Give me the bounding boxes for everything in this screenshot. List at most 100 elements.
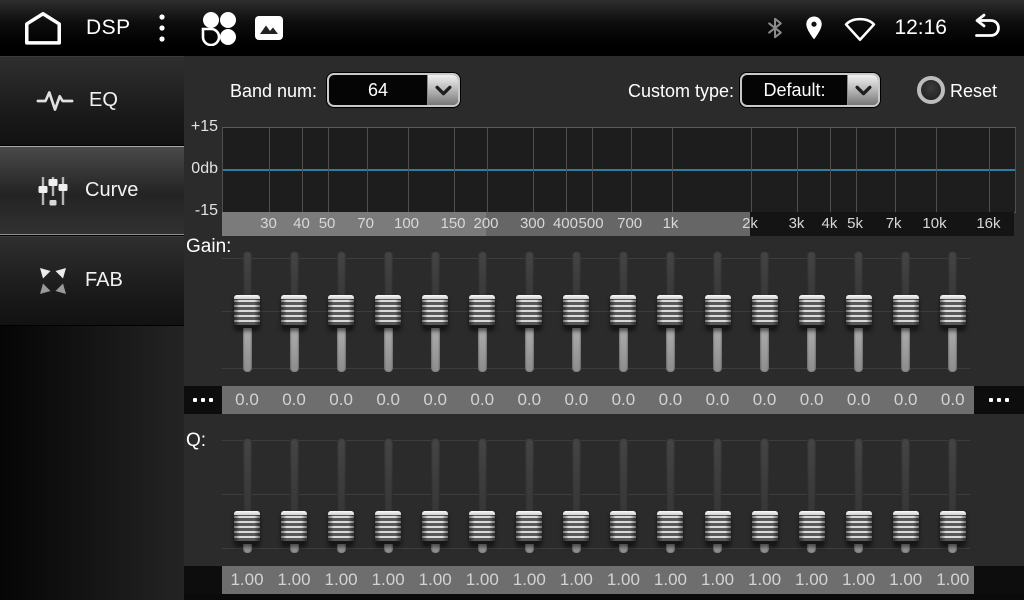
wifi-icon <box>843 14 877 42</box>
gallery-icon[interactable] <box>255 16 283 40</box>
freq-tick-label: 3k <box>789 212 805 236</box>
fab-arrows-icon <box>36 264 70 298</box>
q-value: 1.00 <box>748 566 781 594</box>
gain-slider-thumb[interactable] <box>752 295 778 328</box>
q-slider-thumb[interactable] <box>893 511 919 544</box>
q-value: 1.00 <box>795 566 828 594</box>
freq-gridline <box>367 128 368 212</box>
q-slider-thumb[interactable] <box>610 511 636 544</box>
freq-tick-label: 500 <box>579 212 604 236</box>
freq-tick-label: 1k <box>663 212 679 236</box>
gain-value: 0.0 <box>753 386 777 414</box>
gain-slider-thumb[interactable] <box>516 295 542 328</box>
freq-gridline <box>797 128 798 212</box>
q-value: 1.00 <box>278 566 311 594</box>
app-title: DSP <box>86 16 131 40</box>
sidebar-item-curve[interactable]: Curve <box>0 146 184 236</box>
freq-gridline <box>895 128 896 212</box>
bottom-bar <box>184 594 1024 600</box>
overflow-menu-icon[interactable] <box>155 11 169 45</box>
freq-tick-label: 5k <box>847 212 863 236</box>
home-icon[interactable] <box>20 9 66 47</box>
sidebar-item-eq[interactable]: EQ <box>0 56 184 146</box>
freq-gridline <box>487 128 488 212</box>
location-icon <box>802 14 826 42</box>
gain-value: 0.0 <box>376 386 400 414</box>
freq-tick-label: 700 <box>617 212 642 236</box>
q-value: 1.00 <box>607 566 640 594</box>
y-tick-zero: 0db <box>184 160 218 178</box>
freq-tick-label: 50 <box>319 212 336 236</box>
q-value: 1.00 <box>419 566 452 594</box>
q-slider-thumb[interactable] <box>799 511 825 544</box>
gain-slider-thumb[interactable] <box>328 295 354 328</box>
q-slider-thumb[interactable] <box>328 511 354 544</box>
gain-slider-thumb[interactable] <box>799 295 825 328</box>
q-slider-thumb[interactable] <box>422 511 448 544</box>
gain-slider-thumb[interactable] <box>846 295 872 328</box>
q-slider-thumb[interactable] <box>657 511 683 544</box>
gain-slider-thumb[interactable] <box>940 295 966 328</box>
gain-value: 0.0 <box>235 386 259 414</box>
band-num-dropdown[interactable]: 64 <box>327 73 460 107</box>
gain-value: 0.0 <box>659 386 683 414</box>
q-slider-thumb[interactable] <box>469 511 495 544</box>
custom-type-dropdown[interactable]: Default: <box>740 73 880 107</box>
q-value: 1.00 <box>466 566 499 594</box>
gain-slider-thumb[interactable] <box>422 295 448 328</box>
q-value: 1.00 <box>325 566 358 594</box>
freq-gridline <box>328 128 329 212</box>
q-slider-thumb[interactable] <box>940 511 966 544</box>
reset-radio-button[interactable] <box>917 76 945 104</box>
q-slider-thumb[interactable] <box>846 511 872 544</box>
q-value: 1.00 <box>230 566 263 594</box>
gain-slider-thumb[interactable] <box>657 295 683 328</box>
gain-slider-thumb[interactable] <box>893 295 919 328</box>
q-slider-thumb[interactable] <box>281 511 307 544</box>
freq-tick-label: 150 <box>441 212 466 236</box>
gain-value-row: 0.00.00.00.00.00.00.00.00.00.00.00.00.00… <box>184 386 1024 414</box>
gain-slider-thumb[interactable] <box>375 295 401 328</box>
back-icon[interactable] <box>964 13 1004 43</box>
q-value: 1.00 <box>889 566 922 594</box>
q-value: 1.00 <box>372 566 405 594</box>
freq-gridline <box>672 128 673 212</box>
freq-tick-label: 300 <box>520 212 545 236</box>
gain-slider-thumb[interactable] <box>705 295 731 328</box>
gain-value: 0.0 <box>282 386 306 414</box>
freq-gridline <box>830 128 831 212</box>
eq-plot[interactable] <box>222 127 1016 213</box>
band-num-value: 64 <box>329 75 427 105</box>
q-slider-thumb[interactable] <box>516 511 542 544</box>
gain-scroll-left-button[interactable] <box>184 386 222 414</box>
q-slider-thumb[interactable] <box>234 511 260 544</box>
freq-tick-label: 40 <box>293 212 310 236</box>
gain-scroll-right-button[interactable] <box>974 386 1024 414</box>
freq-gridline <box>631 128 632 212</box>
q-value: 1.00 <box>701 566 734 594</box>
gain-slider-thumb[interactable] <box>563 295 589 328</box>
zero-db-curve <box>223 169 1015 171</box>
gain-value: 0.0 <box>517 386 541 414</box>
freq-tick-label: 4k <box>822 212 838 236</box>
freq-gridline <box>751 128 752 212</box>
gain-slider-thumb[interactable] <box>610 295 636 328</box>
apps-icon[interactable] <box>199 10 239 46</box>
freq-tick-label: 70 <box>357 212 374 236</box>
gain-value: 0.0 <box>329 386 353 414</box>
freq-gridline <box>533 128 534 212</box>
gain-slider-thumb[interactable] <box>469 295 495 328</box>
sidebar-item-fab[interactable]: FAB <box>0 236 184 326</box>
freq-tick-label: 100 <box>394 212 419 236</box>
q-slider-thumb[interactable] <box>375 511 401 544</box>
q-value: 1.00 <box>936 566 969 594</box>
q-slider-thumb[interactable] <box>563 511 589 544</box>
q-slider-thumb[interactable] <box>752 511 778 544</box>
sidebar-item-label: Curve <box>85 179 138 202</box>
gain-slider-thumb[interactable] <box>234 295 260 328</box>
q-value: 1.00 <box>654 566 687 594</box>
q-slider-thumb[interactable] <box>705 511 731 544</box>
gain-value: 0.0 <box>423 386 447 414</box>
gain-slider-thumb[interactable] <box>281 295 307 328</box>
gain-value: 0.0 <box>847 386 871 414</box>
